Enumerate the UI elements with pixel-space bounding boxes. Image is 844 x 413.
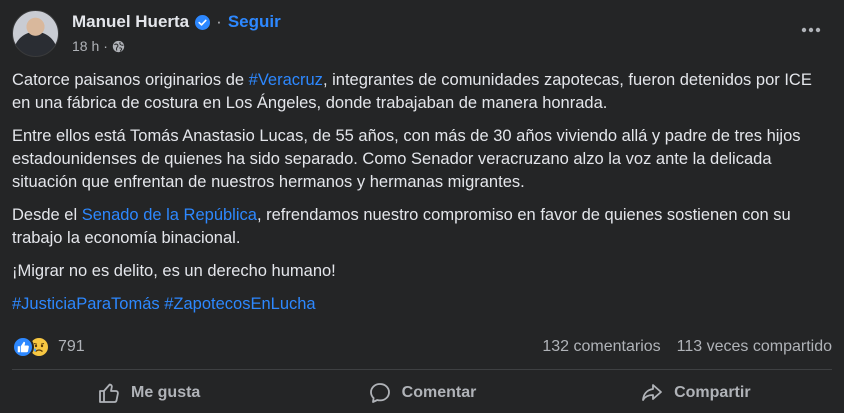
paragraph-1-text-start: Catorce paisanos originarios de [12, 71, 249, 89]
reactions-summary[interactable]: 791 [12, 336, 85, 358]
post-hashtags: #JusticiaParaTomás #ZapotecosEnLucha [12, 293, 832, 316]
comments-count[interactable]: 132 comentarios [542, 338, 660, 356]
shares-count[interactable]: 113 veces compartido [677, 338, 832, 356]
actions-divider [12, 369, 832, 370]
more-options-button[interactable] [796, 18, 826, 42]
post-header: Manuel Huerta · Seguir 18 h · [12, 10, 832, 60]
share-icon [642, 384, 662, 401]
thumbs-up-icon [99, 383, 119, 403]
post-body: Catorce paisanos originarios de #Veracru… [12, 69, 832, 326]
meta-separator: · [103, 38, 108, 54]
author-name[interactable]: Manuel Huerta [72, 12, 189, 32]
hashtag-zapotecos-link[interactable]: #ZapotecosEnLucha [164, 295, 315, 313]
senado-link[interactable]: Senado de la República [82, 206, 257, 224]
action-bar: Me gusta Comentar Compartir [12, 373, 832, 413]
comment-label: Comentar [401, 384, 477, 401]
verified-badge-icon [195, 14, 211, 30]
follow-button[interactable]: Seguir [228, 12, 281, 32]
author-line: Manuel Huerta · Seguir [72, 12, 281, 32]
like-reaction-icon [12, 336, 34, 358]
like-button[interactable]: Me gusta [12, 373, 285, 413]
share-label: Compartir [674, 384, 751, 401]
engagement-stats: 132 comentarios 113 veces compartido [542, 338, 832, 356]
share-button[interactable]: Compartir [559, 373, 832, 413]
comment-icon [369, 383, 390, 403]
post-paragraph-1: Catorce paisanos originarios de #Veracru… [12, 69, 832, 115]
post-paragraph-4: ¡Migrar no es delito, es un derecho huma… [12, 262, 336, 280]
paragraph-3-text-start: Desde el [12, 206, 82, 224]
comment-button[interactable]: Comentar [285, 373, 558, 413]
post-paragraph-2: Entre ellos está Tomás Anastasio Lucas, … [12, 127, 801, 191]
like-label: Me gusta [130, 384, 201, 401]
hashtag-veracruz-link[interactable]: #Veracruz [249, 71, 323, 89]
reaction-count: 791 [58, 338, 85, 355]
hashtag-justicia-link[interactable]: #JusticiaParaTomás [12, 295, 160, 313]
globe-icon [112, 40, 125, 52]
post-timestamp[interactable]: 18 h [72, 38, 99, 54]
post-meta: 18 h · [72, 38, 125, 54]
separator-dot: · [216, 12, 222, 31]
more-options-icon [801, 27, 821, 33]
post-paragraph-3: Desde el Senado de la República, refrend… [12, 204, 832, 250]
avatar[interactable] [12, 10, 59, 57]
